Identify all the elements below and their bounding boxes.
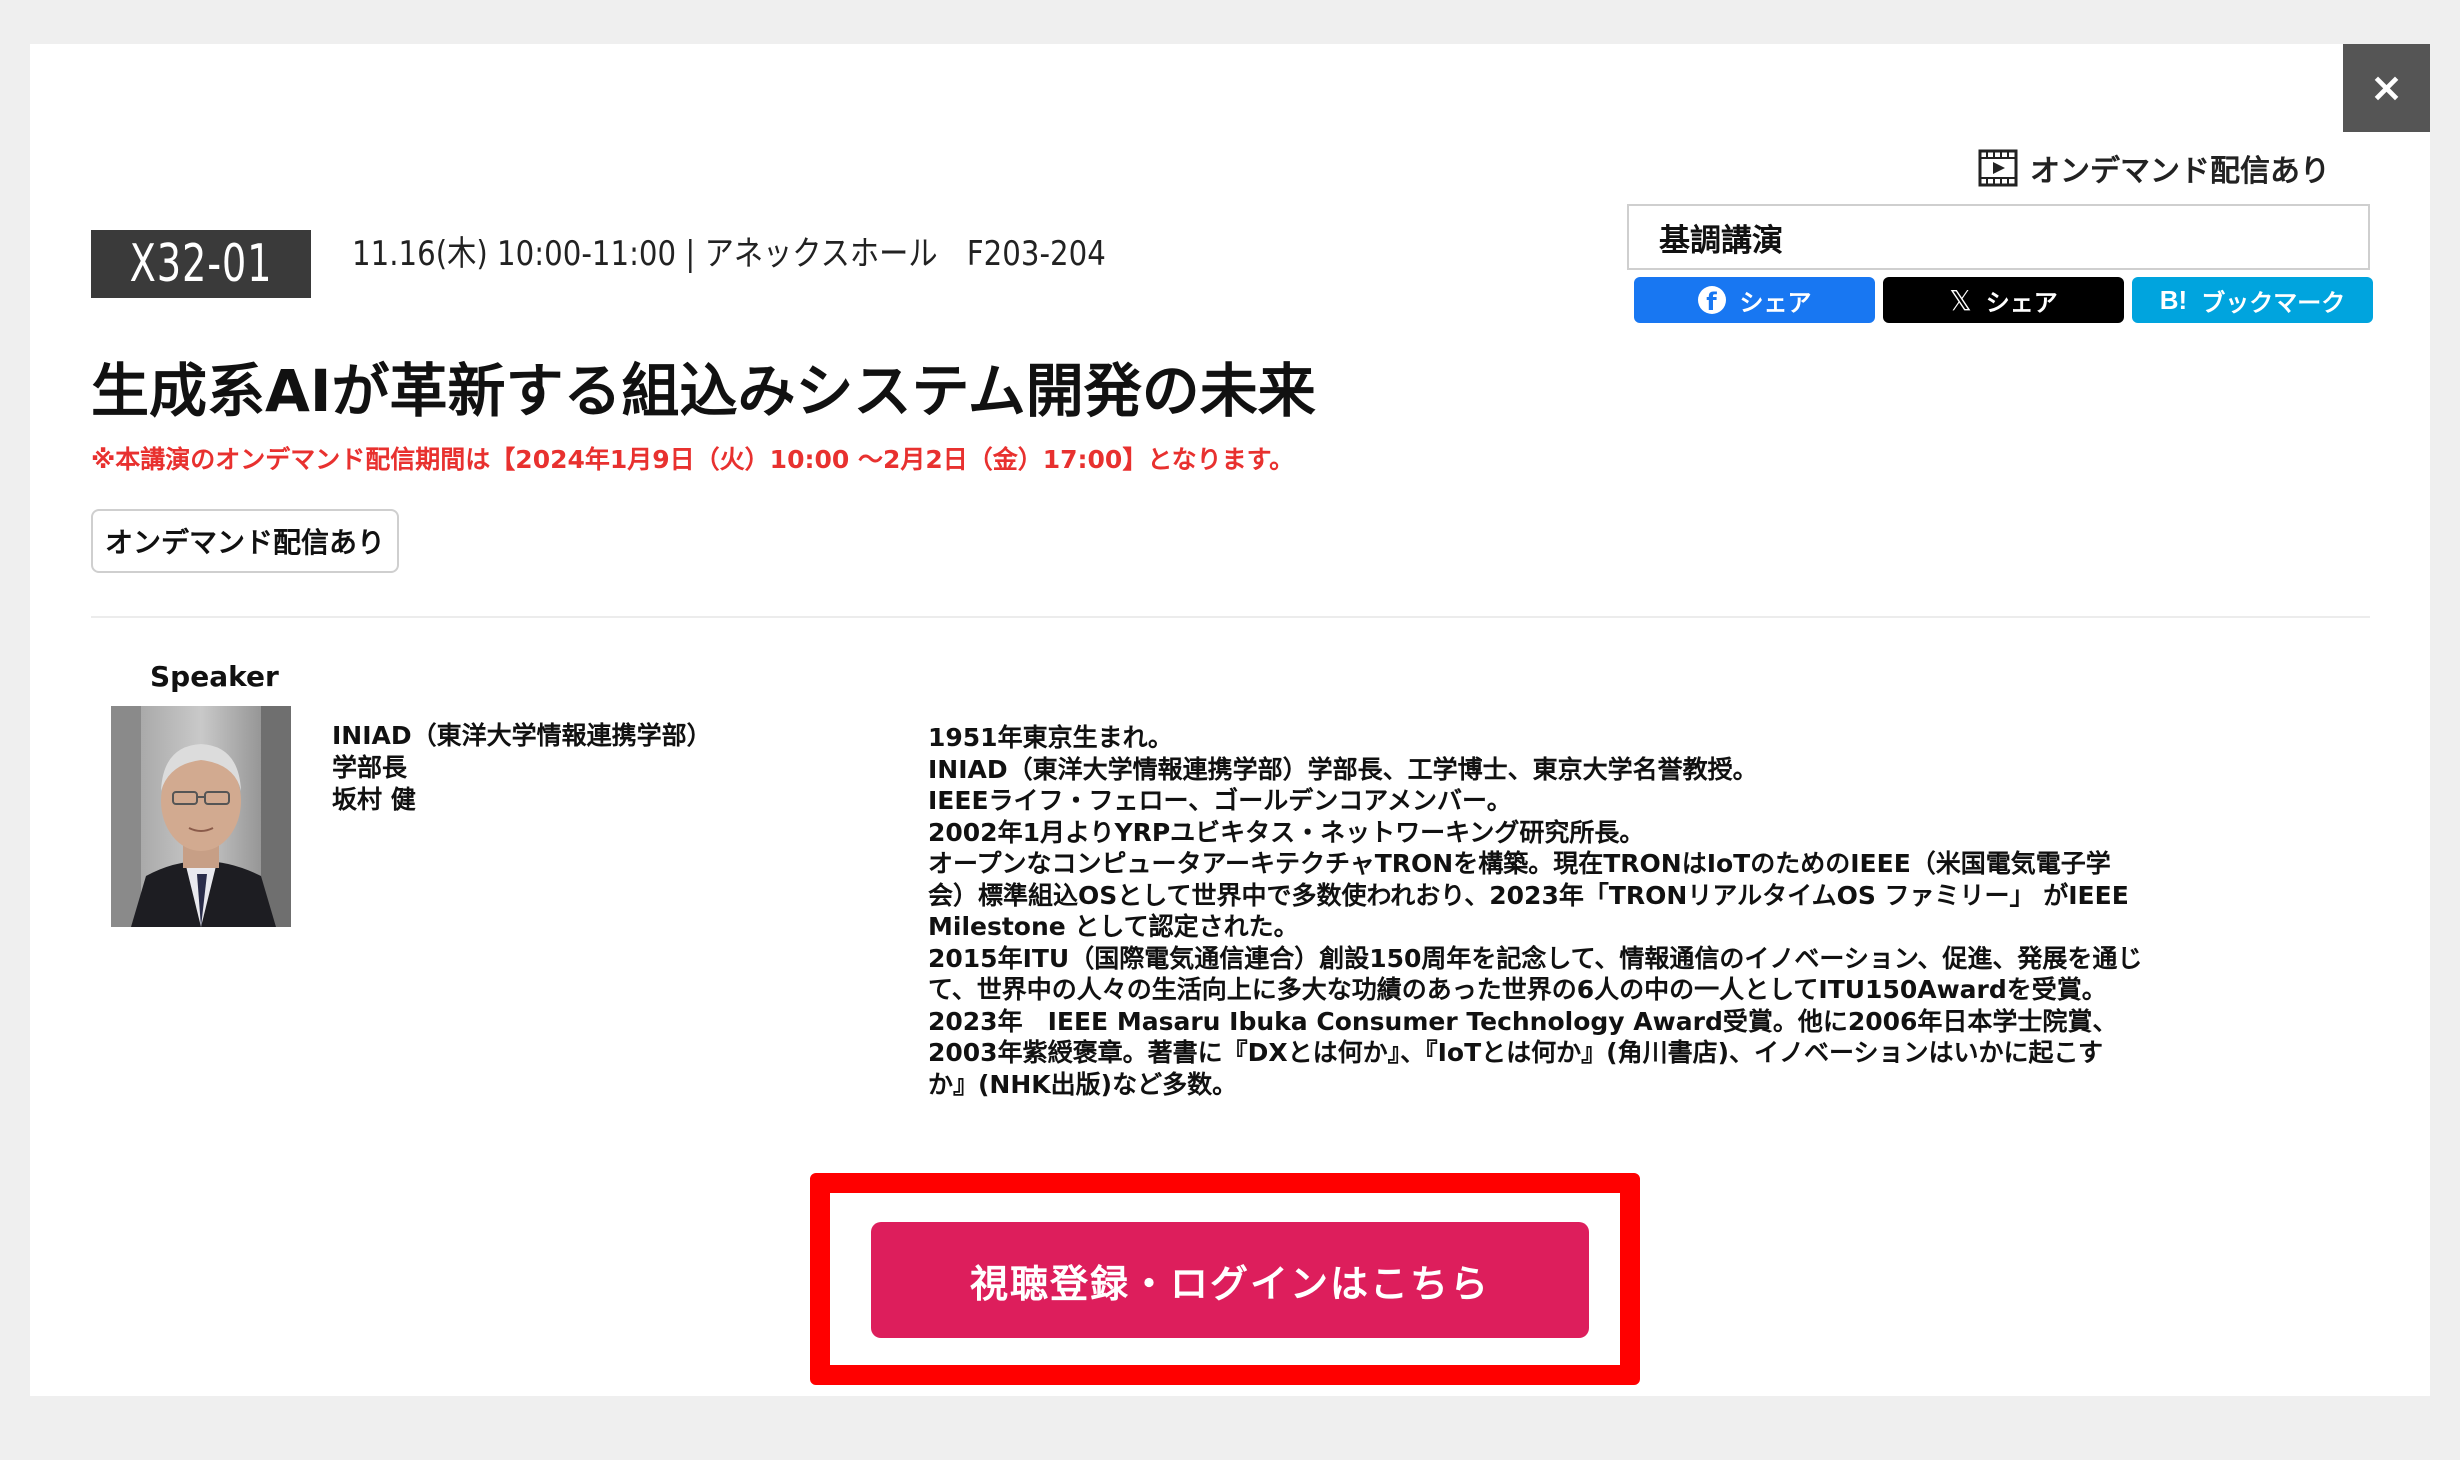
bio-line: 2023年 IEEE Masaru Ibuka Consumer Technol… bbox=[928, 1006, 2118, 1036]
speaker-position: 学部長 bbox=[332, 753, 408, 782]
register-login-label: 視聴登録・ログインはこちら bbox=[969, 1261, 1490, 1306]
hatena-bookmark-icon: B! bbox=[2159, 284, 2188, 315]
bio-line: て、世界中の人々の生活向上に多大な功績のあった世界の6人の中の一人としてITU1… bbox=[928, 975, 2107, 1004]
bio-line: 1951年東京生まれ。 bbox=[928, 723, 1173, 752]
hatena-bookmark-label: ブックマーク bbox=[2201, 288, 2346, 317]
session-code: X32-01 bbox=[129, 234, 273, 294]
session-title: 生成系AIが革新する組込みシステム開発の未来 bbox=[91, 357, 1316, 425]
hatena-bookmark-button[interactable]: B! ブックマーク bbox=[2132, 277, 2373, 323]
register-login-button[interactable]: 視聴登録・ログインはこちら bbox=[871, 1222, 1589, 1338]
bio-line: 2002年1月よりYRPユビキタス・ネットワーキング研究所長。 bbox=[928, 817, 1645, 847]
ondemand-indicator: オンデマンド配信あり bbox=[1978, 146, 2330, 190]
close-icon: × bbox=[2369, 65, 2404, 111]
speaker-biography: 1951年東京生まれ。 INIAD（東洋大学情報連携学部）学部長、工学博士、東京… bbox=[928, 722, 2318, 1100]
bio-line: IEEEライフ・フェロー、ゴールデンコアメンバー。 bbox=[928, 786, 1512, 815]
category-label: 基調講演 bbox=[1659, 222, 1783, 259]
speaker-affiliation: INIAD（東洋大学情報連携学部） bbox=[332, 721, 712, 750]
facebook-share-button[interactable]: f シェア bbox=[1634, 277, 1875, 323]
session-schedule: 11.16(木) 10:00-11:00 | アネックスホール F203-204 bbox=[352, 226, 1229, 275]
ondemand-period-notice: ※本講演のオンデマンド配信期間は【2024年1月9日（火）10:00 〜2月2日… bbox=[91, 445, 1295, 474]
bio-line: か』(NHK出版)など多数。 bbox=[928, 1069, 1238, 1099]
bio-line: 2003年紫綬褒章。著書に『DXとは何か』、『IoTとは何か』(角川書店)、イノ… bbox=[928, 1038, 2103, 1067]
speaker-photo bbox=[111, 706, 291, 927]
share-buttons: f シェア 𝕏 シェア B! ブックマーク bbox=[1634, 277, 2373, 323]
ondemand-tag-label: オンデマンド配信あり bbox=[105, 526, 386, 559]
x-share-button[interactable]: 𝕏 シェア bbox=[1883, 277, 2124, 323]
x-share-label: シェア bbox=[1985, 288, 2058, 317]
section-divider bbox=[91, 616, 2370, 618]
session-schedule-text: 11.16(木) 10:00-11:00 | アネックスホール F203-204 bbox=[352, 234, 1106, 274]
speaker-section-label: Speaker bbox=[150, 660, 279, 693]
bio-line: オープンなコンピュータアーキテクチャTRONを構築。現在TRONはIoTのための… bbox=[928, 849, 2111, 878]
bio-line: 会）標準組込OSとして世界中で多数使われおり、2023年「TRONリアルタイムO… bbox=[928, 880, 2129, 910]
category-badge: 基調講演 bbox=[1627, 204, 2370, 270]
ondemand-tag: オンデマンド配信あり bbox=[91, 509, 400, 573]
ondemand-indicator-label: オンデマンド配信あり bbox=[2030, 154, 2330, 189]
speaker-name: 坂村 健 bbox=[332, 785, 416, 814]
facebook-share-label: シェア bbox=[1739, 288, 1812, 317]
speaker-portrait bbox=[111, 706, 291, 927]
video-icon bbox=[1978, 149, 2018, 187]
bio-line: 2015年ITU（国際電気通信連合）創設150周年を記念して、情報通信のイノベー… bbox=[928, 943, 2143, 973]
speaker-info: INIAD（東洋大学情報連携学部） 学部長 坂村 健 bbox=[332, 720, 712, 816]
facebook-icon: f bbox=[1697, 286, 1726, 314]
x-icon: 𝕏 bbox=[1949, 283, 1972, 317]
session-code-badge: X32-01 bbox=[91, 230, 311, 298]
close-button[interactable]: × bbox=[2343, 44, 2430, 132]
bio-line: Milestone として認定された。 bbox=[928, 912, 1299, 941]
bio-line: INIAD（東洋大学情報連携学部）学部長、工学博士、東京大学名誉教授。 bbox=[928, 754, 1758, 784]
